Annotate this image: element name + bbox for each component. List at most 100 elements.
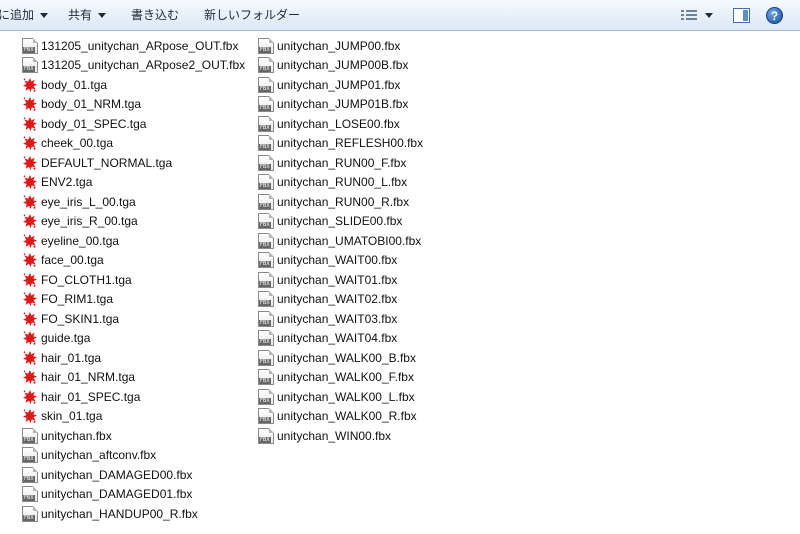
file-item[interactable]: unitychan_JUMP01.fbx <box>258 75 423 95</box>
file-name: guide.tga <box>41 331 91 346</box>
view-options-chevron-icon[interactable] <box>705 13 713 18</box>
tga-file-icon <box>22 330 38 346</box>
file-item[interactable]: hair_01.tga <box>22 348 245 368</box>
file-name: FO_SKIN1.tga <box>41 311 120 326</box>
file-item[interactable]: hair_01_NRM.tga <box>22 368 245 388</box>
file-name: unitychan_WIN00.fbx <box>277 428 392 443</box>
file-name: unitychan_JUMP01.fbx <box>277 77 401 92</box>
file-name: hair_01_SPEC.tga <box>41 389 141 404</box>
file-name: unitychan_JUMP00.fbx <box>277 38 401 53</box>
file-item[interactable]: unitychan_WAIT04.fbx <box>258 329 423 349</box>
file-name: FO_CLOTH1.tga <box>41 272 132 287</box>
file-item[interactable]: unitychan_WALK00_L.fbx <box>258 387 423 407</box>
file-item[interactable]: unitychan_aftconv.fbx <box>22 446 245 466</box>
file-name: hair_01.tga <box>41 350 102 365</box>
file-item[interactable]: unitychan_JUMP01B.fbx <box>258 95 423 115</box>
fbx-file-icon <box>258 154 274 171</box>
file-item[interactable]: guide.tga <box>22 329 245 349</box>
file-item[interactable]: face_00.tga <box>22 251 245 271</box>
file-item[interactable]: hair_01_SPEC.tga <box>22 387 245 407</box>
file-item[interactable]: unitychan_WAIT00.fbx <box>258 251 423 271</box>
file-name: unitychan_WALK00_R.fbx <box>277 409 417 424</box>
file-item[interactable]: body_01_SPEC.tga <box>22 114 245 134</box>
preview-pane-icon[interactable] <box>733 8 750 23</box>
tga-file-icon <box>22 135 38 151</box>
file-item[interactable]: skin_01.tga <box>22 407 245 427</box>
file-name: unitychan_WAIT04.fbx <box>277 331 398 346</box>
file-item[interactable]: unitychan_WALK00_B.fbx <box>258 348 423 368</box>
fbx-file-icon <box>258 388 274 405</box>
file-item[interactable]: eye_iris_L_00.tga <box>22 192 245 212</box>
fbx-file-icon <box>258 252 274 269</box>
file-item[interactable]: unitychan_WALK00_F.fbx <box>258 368 423 388</box>
file-item[interactable]: unitychan_JUMP00B.fbx <box>258 56 423 76</box>
chevron-down-icon <box>98 13 107 19</box>
fbx-file-icon <box>258 96 274 113</box>
fbx-file-icon <box>22 447 38 464</box>
change-view-icon[interactable] <box>681 9 697 22</box>
file-item[interactable]: ENV2.tga <box>22 173 245 193</box>
burn-button[interactable]: 書き込む <box>131 0 179 31</box>
file-item[interactable]: unitychan_UMATOBI00.fbx <box>258 231 423 251</box>
file-item[interactable]: cheek_00.tga <box>22 134 245 154</box>
fbx-file-icon <box>22 427 38 444</box>
file-item[interactable]: unitychan_LOSE00.fbx <box>258 114 423 134</box>
file-item[interactable]: unitychan_RUN00_L.fbx <box>258 173 423 193</box>
file-item[interactable]: unitychan_WIN00.fbx <box>258 426 423 446</box>
share-button[interactable]: 共有 <box>68 0 107 31</box>
file-name: unitychan_aftconv.fbx <box>41 448 157 463</box>
fbx-file-icon <box>258 232 274 249</box>
file-item[interactable]: eyeline_00.tga <box>22 231 245 251</box>
file-name: unitychan_REFLESH00.fbx <box>277 136 424 151</box>
tga-file-icon <box>22 233 38 249</box>
file-item[interactable]: unitychan_WAIT01.fbx <box>258 270 423 290</box>
fbx-file-icon <box>258 271 274 288</box>
help-icon[interactable]: ? <box>766 7 783 24</box>
file-column-2: unitychan_JUMP00.fbx unitychan_JUMP00B.fb… <box>258 36 423 446</box>
new-folder-button[interactable]: 新しいフォルダー <box>204 0 300 31</box>
file-name: unitychan_WALK00_F.fbx <box>277 370 414 385</box>
file-item[interactable]: FO_SKIN1.tga <box>22 309 245 329</box>
file-item[interactable]: unitychan_SLIDE00.fbx <box>258 212 423 232</box>
file-name: skin_01.tga <box>41 409 103 424</box>
file-name: unitychan_JUMP00B.fbx <box>277 58 409 73</box>
file-item[interactable]: FO_RIM1.tga <box>22 290 245 310</box>
file-item[interactable]: unitychan_WAIT02.fbx <box>258 290 423 310</box>
file-name: unitychan_RUN00_L.fbx <box>277 175 408 190</box>
file-name: 131205_unitychan_ARpose_OUT.fbx <box>41 38 239 53</box>
file-item[interactable]: body_01_NRM.tga <box>22 95 245 115</box>
chevron-down-icon <box>40 13 49 19</box>
fbx-file-icon <box>258 349 274 366</box>
file-item[interactable]: 131205_unitychan_ARpose2_OUT.fbx <box>22 56 245 76</box>
file-item[interactable]: DEFAULT_NORMAL.tga <box>22 153 245 173</box>
file-item[interactable]: unitychan_DAMAGED01.fbx <box>22 485 245 505</box>
file-item[interactable]: body_01.tga <box>22 75 245 95</box>
fbx-file-icon <box>258 310 274 327</box>
file-item[interactable]: FO_CLOTH1.tga <box>22 270 245 290</box>
file-item[interactable]: unitychan_WAIT03.fbx <box>258 309 423 329</box>
file-item[interactable]: unitychan_REFLESH00.fbx <box>258 134 423 154</box>
file-name: 131205_unitychan_ARpose2_OUT.fbx <box>41 58 246 73</box>
add-to-library-button[interactable]: に追加 <box>0 0 49 31</box>
tga-file-icon <box>22 174 38 190</box>
file-list: 131205_unitychan_ARpose_OUT.fbx 131205_un… <box>0 31 800 534</box>
tga-file-icon <box>22 155 38 171</box>
fbx-file-icon <box>258 427 274 444</box>
file-item[interactable]: unitychan_RUN00_F.fbx <box>258 153 423 173</box>
file-item[interactable]: 131205_unitychan_ARpose_OUT.fbx <box>22 36 245 56</box>
fbx-file-icon <box>258 330 274 347</box>
tga-file-icon <box>22 213 38 229</box>
tga-file-icon <box>22 77 38 93</box>
file-name: unitychan_SLIDE00.fbx <box>277 214 403 229</box>
file-item[interactable]: unitychan_JUMP00.fbx <box>258 36 423 56</box>
file-item[interactable]: unitychan_HANDUP00_R.fbx <box>22 504 245 524</box>
file-item[interactable]: unitychan.fbx <box>22 426 245 446</box>
file-item[interactable]: unitychan_WALK00_R.fbx <box>258 407 423 427</box>
file-name: unitychan_JUMP01B.fbx <box>277 97 409 112</box>
tga-file-icon <box>22 194 38 210</box>
file-name: FO_RIM1.tga <box>41 292 114 307</box>
tga-file-icon <box>22 116 38 132</box>
file-item[interactable]: eye_iris_R_00.tga <box>22 212 245 232</box>
file-item[interactable]: unitychan_DAMAGED00.fbx <box>22 465 245 485</box>
file-item[interactable]: unitychan_RUN00_R.fbx <box>258 192 423 212</box>
